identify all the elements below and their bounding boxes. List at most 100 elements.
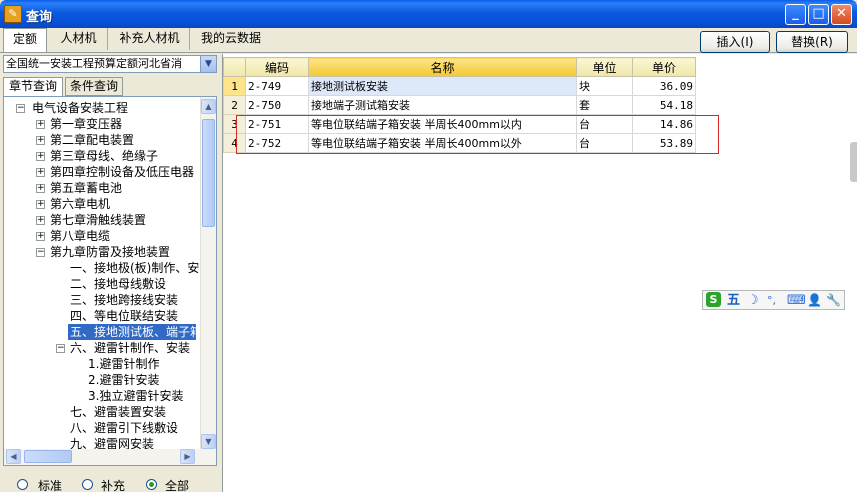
tree-subsection[interactable]: 3.独立避雷针安装: [88, 388, 183, 404]
chevron-down-icon[interactable]: ▼: [200, 56, 216, 72]
expand-icon[interactable]: +: [36, 152, 45, 161]
cell-code[interactable]: 2-752: [245, 133, 309, 153]
minimize-button[interactable]: _: [785, 4, 806, 25]
cell-price[interactable]: 14.86: [632, 114, 696, 134]
expand-icon[interactable]: +: [36, 168, 45, 177]
tree-chapter[interactable]: 第一章变压器: [50, 116, 122, 132]
tree-chapter[interactable]: 第六章电机: [50, 196, 110, 212]
tree-section[interactable]: 四、等电位联结安装: [70, 308, 178, 324]
cell-name[interactable]: 等电位联结端子箱安装 半周长400mm以内: [308, 114, 577, 134]
table-row[interactable]: 4 2-752 等电位联结端子箱安装 半周长400mm以外 台 53.89: [223, 133, 696, 153]
expand-icon[interactable]: +: [36, 120, 45, 129]
tree-subsection[interactable]: 2.避雷针安装: [88, 372, 159, 388]
row-number: 3: [223, 114, 246, 134]
ime-mode-label[interactable]: 五: [727, 292, 740, 309]
cell-code[interactable]: 2-751: [245, 114, 309, 134]
maximize-button[interactable]: □: [808, 4, 829, 25]
window-title: 查询: [26, 10, 53, 25]
title-bar[interactable]: ✎ 查询 _ □ ✕: [0, 0, 857, 28]
tree-chapter[interactable]: 第九章防雷及接地装置: [50, 244, 170, 260]
tree-subsection[interactable]: 1.避雷针制作: [88, 356, 159, 372]
tree-horizontal-scrollbar[interactable]: ◀ ▶: [4, 449, 216, 465]
tab-supplement[interactable]: 补充人材机: [110, 28, 190, 50]
radio-standard-label: 标准: [38, 479, 63, 492]
radio-all[interactable]: [146, 479, 157, 490]
tree-section[interactable]: 七、避雷装置安装: [70, 404, 166, 420]
radio-supplement[interactable]: [82, 479, 93, 490]
chapter-tree[interactable]: − 电气设备安装工程 + 第一章变压器 + 第二章配电装置 + 第三章母线、绝缘…: [3, 96, 217, 466]
side-drawer-handle[interactable]: [850, 142, 857, 182]
tree-section[interactable]: 一、接地极(板)制作、安: [70, 260, 199, 276]
tree-chapter[interactable]: 第四章控制设备及低压电器: [50, 164, 194, 180]
wrench-icon[interactable]: 🔧: [826, 292, 841, 309]
cell-name[interactable]: 等电位联结端子箱安装 半周长400mm以外: [308, 133, 577, 153]
ime-logo-icon[interactable]: S: [706, 292, 721, 307]
table-row[interactable]: 2 2-750 接地端子测试箱安装 套 54.18: [223, 95, 696, 115]
punctuation-icon[interactable]: °,: [767, 292, 776, 309]
tree-section[interactable]: 三、接地跨接线安装: [70, 292, 178, 308]
cell-unit[interactable]: 块: [576, 76, 633, 96]
cell-price[interactable]: 36.09: [632, 76, 696, 96]
table-row[interactable]: 3 2-751 等电位联结端子箱安装 半周长400mm以内 台 14.86: [223, 114, 696, 134]
tree-section[interactable]: 八、避雷引下线敷设: [70, 420, 178, 436]
row-number: 4: [223, 133, 246, 153]
tree-chapter[interactable]: 第七章滑触线装置: [50, 212, 146, 228]
cell-name[interactable]: 接地测试板安装: [308, 76, 577, 96]
tree-section-selected[interactable]: 五、接地测试板、端子箱: [68, 324, 196, 340]
cell-price[interactable]: 54.18: [632, 95, 696, 115]
cell-code[interactable]: 2-750: [245, 95, 309, 115]
scroll-thumb[interactable]: [202, 119, 215, 227]
scroll-left-icon[interactable]: ◀: [6, 449, 21, 464]
row-number: 1: [223, 76, 246, 96]
close-button[interactable]: ✕: [831, 4, 852, 25]
header-name[interactable]: 名称: [308, 57, 577, 77]
table-header-row: 编码 名称 单位 单价: [223, 57, 696, 77]
collapse-icon[interactable]: −: [16, 104, 25, 113]
expand-icon[interactable]: +: [36, 200, 45, 209]
scroll-right-icon[interactable]: ▶: [180, 449, 195, 464]
collapse-icon[interactable]: −: [36, 248, 45, 257]
cell-unit[interactable]: 台: [576, 114, 633, 134]
user-icon[interactable]: 👤: [807, 292, 822, 309]
expand-icon[interactable]: +: [36, 216, 45, 225]
tab-cloud-data[interactable]: 我的云数据: [192, 28, 270, 50]
quota-library-value: 全国统一安装工程预算定额河北省消: [6, 57, 182, 70]
cell-unit[interactable]: 台: [576, 133, 633, 153]
insert-button[interactable]: 插入(I): [700, 31, 770, 53]
expand-icon[interactable]: +: [36, 184, 45, 193]
tree-chapter[interactable]: 第三章母线、绝缘子: [50, 148, 158, 164]
tree-section[interactable]: 六、避雷针制作、安装: [70, 340, 190, 356]
tree-vertical-scrollbar[interactable]: ▲ ▼: [200, 97, 216, 451]
header-unit[interactable]: 单位: [576, 57, 633, 77]
tree-root[interactable]: 电气设备安装工程: [32, 100, 128, 116]
scroll-down-icon[interactable]: ▼: [201, 434, 216, 449]
tab-chapter-query[interactable]: 章节查询: [3, 77, 63, 97]
expand-icon[interactable]: +: [36, 232, 45, 241]
tab-quota[interactable]: 定额: [3, 28, 47, 52]
expand-icon[interactable]: +: [36, 136, 45, 145]
cell-name[interactable]: 接地端子测试箱安装: [308, 95, 577, 115]
keyboard-icon[interactable]: ⌨: [787, 292, 806, 309]
tree-chapter[interactable]: 第二章配电装置: [50, 132, 134, 148]
cell-code[interactable]: 2-749: [245, 76, 309, 96]
header-code[interactable]: 编码: [245, 57, 309, 77]
replace-button[interactable]: 替换(R): [776, 31, 848, 53]
ime-toolbar[interactable]: S 五 ☽ °, ⌨ 👤 🔧: [702, 290, 845, 310]
results-grid-area: 编码 名称 单位 单价 1 2-749 接地测试板安装 块 36.09 2 2-…: [222, 54, 857, 492]
scroll-up-icon[interactable]: ▲: [201, 99, 216, 114]
tab-labor-material[interactable]: 人材机: [50, 28, 108, 50]
moon-icon[interactable]: ☽: [747, 292, 759, 309]
collapse-icon[interactable]: −: [56, 344, 65, 353]
tree-section[interactable]: 二、接地母线敷设: [70, 276, 166, 292]
tree-chapter[interactable]: 第八章电缆: [50, 228, 110, 244]
header-price[interactable]: 单价: [632, 57, 696, 77]
quota-library-select[interactable]: 全国统一安装工程预算定额河北省消 ▼: [3, 55, 217, 73]
tree-chapter[interactable]: 第五章蓄电池: [50, 180, 122, 196]
cell-price[interactable]: 53.89: [632, 133, 696, 153]
tab-condition-query[interactable]: 条件查询: [65, 77, 123, 96]
table-row[interactable]: 1 2-749 接地测试板安装 块 36.09: [223, 76, 696, 96]
radio-standard[interactable]: [17, 479, 28, 490]
scroll-thumb[interactable]: [24, 450, 72, 463]
cell-unit[interactable]: 套: [576, 95, 633, 115]
header-rowno: [223, 57, 246, 77]
